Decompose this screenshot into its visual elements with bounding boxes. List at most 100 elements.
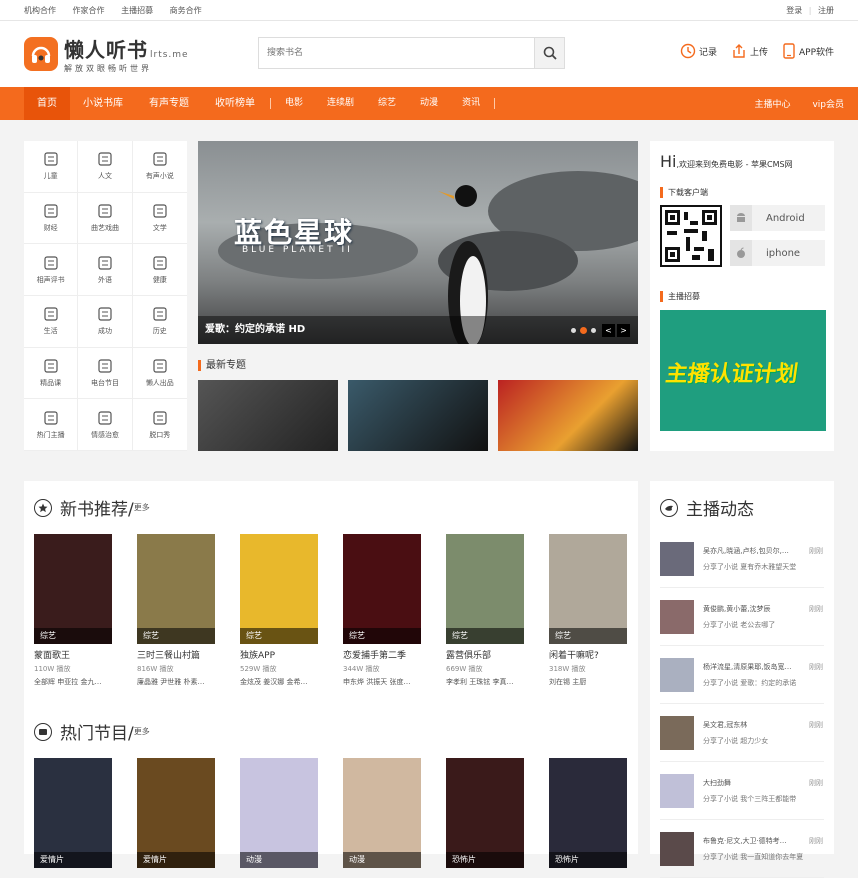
category-item[interactable]: 文学: [132, 193, 187, 245]
avatar[interactable]: [660, 831, 694, 866]
category-item[interactable]: 情感治愈: [78, 399, 133, 451]
anchor-feed-item[interactable]: 杨洋流星,清原果耶,饭岛宽… 刚刚 分享了小说 爱歌：约定的承诺: [660, 646, 824, 704]
book-cover[interactable]: 综艺: [240, 534, 318, 644]
category-item[interactable]: 脱口秀: [132, 399, 187, 451]
book-title[interactable]: 恋爱捕手第二季: [343, 648, 421, 661]
android-download-button[interactable]: Android: [730, 205, 825, 231]
book-cover[interactable]: 综艺: [34, 534, 112, 644]
category-item[interactable]: 健康: [132, 244, 187, 296]
topic-thumb[interactable]: [198, 380, 338, 451]
category-item[interactable]: 精品课: [24, 347, 79, 400]
anchor-names[interactable]: 黄俊鹏,黄小蕾,沈梦辰: [703, 604, 801, 614]
prev-arrow-button[interactable]: <: [602, 324, 615, 337]
book-cover[interactable]: 综艺: [343, 534, 421, 644]
book-card[interactable]: 综艺 恋爱捕手第二季 344W 播放 申东烨 洪振天 张度…: [343, 534, 421, 687]
program-cover[interactable]: 爱情片: [137, 758, 215, 868]
link-institution[interactable]: 机构合作: [24, 6, 56, 15]
book-card[interactable]: 综艺 闲着干嘛呢? 318W 播放 刘在锡 主厨: [549, 534, 627, 687]
topic-thumb[interactable]: [348, 380, 488, 451]
nav-movie[interactable]: 电影: [273, 87, 315, 120]
category-item[interactable]: 外语: [78, 244, 133, 296]
nav-audio-topics[interactable]: 有声专题: [136, 87, 202, 120]
book-title[interactable]: 蒙面歌王: [34, 648, 112, 661]
anchor-feed-item[interactable]: 吴文君,冠东林 刚刚 分享了小说 超力少女: [660, 704, 824, 762]
link-author[interactable]: 作家合作: [73, 6, 105, 15]
category-item[interactable]: 有声小说: [132, 141, 187, 193]
logo[interactable]: 懒人听书 lrts.me 解放双眼畅听世界: [24, 34, 189, 74]
book-card[interactable]: 综艺 露营俱乐部 669W 播放 李孝利 王珠铉 李真…: [446, 534, 524, 687]
nav-vip[interactable]: vip会员: [812, 97, 844, 110]
banner-carousel[interactable]: 蓝色星球 BLUE PLANET II 爱歌：约定的承诺 HD < >: [198, 141, 638, 344]
link-anchor-recruit[interactable]: 主播招募: [121, 6, 153, 15]
avatar[interactable]: [660, 715, 694, 750]
search-button[interactable]: [534, 37, 565, 69]
book-card[interactable]: 综艺 独族APP 529W 播放 金炫茂 姜汉娜 金希…: [240, 534, 318, 687]
carousel-dot[interactable]: [571, 328, 576, 333]
carousel-dot[interactable]: [591, 328, 596, 333]
category-item[interactable]: 成功: [78, 296, 133, 348]
nav-home[interactable]: 首页: [24, 87, 70, 120]
program-cover[interactable]: 恐怖片: [549, 758, 627, 868]
program-cover[interactable]: 动漫: [343, 758, 421, 868]
book-title[interactable]: 三时三餐山村篇: [137, 648, 215, 661]
avatar[interactable]: [660, 541, 694, 576]
book-title[interactable]: 闲着干嘛呢?: [549, 648, 627, 661]
nav-series[interactable]: 连续剧: [315, 87, 366, 120]
more-link[interactable]: 更多: [134, 502, 150, 513]
program-card[interactable]: 爱情片: [34, 758, 112, 868]
anchor-feed-item[interactable]: 吴亦凡,晓涵,卢杉,包贝尔,… 刚刚 分享了小说 夏有乔木雅望天堂: [660, 530, 824, 588]
nav-news[interactable]: 资讯: [450, 87, 492, 120]
category-item[interactable]: 人文: [78, 141, 133, 193]
book-cover[interactable]: 综艺: [137, 534, 215, 644]
book-cover[interactable]: 综艺: [549, 534, 627, 644]
avatar[interactable]: [660, 599, 694, 634]
category-item[interactable]: 财经: [24, 192, 79, 245]
program-card[interactable]: 恐怖片: [446, 758, 524, 868]
anchor-feed-item[interactable]: 黄俊鹏,黄小蕾,沈梦辰 刚刚 分享了小说 老公去哪了: [660, 588, 824, 646]
anchor-feed-item[interactable]: 布鲁克·尼文,大卫·德特考… 刚刚 分享了小说 我一直知道你去年夏: [660, 820, 824, 878]
app-link[interactable]: APP软件: [782, 43, 834, 59]
book-title[interactable]: 露营俱乐部: [446, 648, 524, 661]
anchor-names[interactable]: 布鲁克·尼文,大卫·德特考…: [703, 836, 801, 846]
program-cover[interactable]: 恐怖片: [446, 758, 524, 868]
iphone-download-button[interactable]: iphone: [730, 240, 825, 266]
register-link[interactable]: 注册: [818, 6, 834, 15]
category-item[interactable]: 热门主播: [24, 399, 79, 451]
anchor-names[interactable]: 大扫劲舞: [703, 778, 801, 788]
carousel-dot-active[interactable]: [580, 327, 587, 334]
category-item[interactable]: 相声评书: [24, 244, 79, 296]
nav-charts[interactable]: 收听榜单: [202, 87, 268, 120]
program-card[interactable]: 爱情片: [137, 758, 215, 868]
book-title[interactable]: 独族APP: [240, 648, 318, 661]
shared-work-link[interactable]: 夏有乔木雅望天堂: [740, 563, 796, 571]
category-item[interactable]: 历史: [132, 296, 187, 348]
nav-variety[interactable]: 综艺: [366, 87, 408, 120]
topic-thumb[interactable]: [498, 380, 638, 451]
shared-work-link[interactable]: 爱歌：约定的承诺: [740, 679, 796, 687]
anchor-feed-item[interactable]: 大扫劲舞 刚刚 分享了小说 我个三阵王都能带: [660, 762, 824, 820]
login-link[interactable]: 登录: [786, 6, 802, 15]
next-arrow-button[interactable]: >: [617, 324, 630, 337]
category-item[interactable]: 电台节目: [78, 347, 133, 400]
category-item[interactable]: 懒人出品: [132, 348, 187, 400]
history-link[interactable]: 记录: [680, 43, 717, 59]
program-card[interactable]: 动漫: [240, 758, 318, 868]
category-item[interactable]: 生活: [24, 296, 79, 348]
link-business[interactable]: 商务合作: [170, 6, 202, 15]
nav-anchor-center[interactable]: 主播中心: [754, 97, 790, 110]
search-input[interactable]: [258, 37, 534, 69]
shared-work-link[interactable]: 超力少女: [740, 737, 768, 745]
category-item[interactable]: 曲艺戏曲: [78, 192, 133, 245]
shared-work-link[interactable]: 我个三阵王都能带: [740, 795, 796, 803]
anchor-names[interactable]: 吴亦凡,晓涵,卢杉,包贝尔,…: [703, 546, 801, 556]
program-card[interactable]: 动漫: [343, 758, 421, 868]
book-card[interactable]: 综艺 蒙面歌王 110W 播放 全部辉 申亚拉 金九…: [34, 534, 112, 687]
program-card[interactable]: 恐怖片: [549, 758, 627, 868]
program-cover[interactable]: 动漫: [240, 758, 318, 868]
nav-anime[interactable]: 动漫: [408, 87, 450, 120]
anchor-names[interactable]: 吴文君,冠东林: [703, 720, 801, 730]
book-cover[interactable]: 综艺: [446, 534, 524, 644]
recruit-banner[interactable]: 主播认证计划: [660, 310, 826, 431]
shared-work-link[interactable]: 老公去哪了: [740, 621, 775, 629]
book-card[interactable]: 综艺 三时三餐山村篇 816W 播放 廉晶雅 尹世雅 朴素…: [137, 534, 215, 687]
